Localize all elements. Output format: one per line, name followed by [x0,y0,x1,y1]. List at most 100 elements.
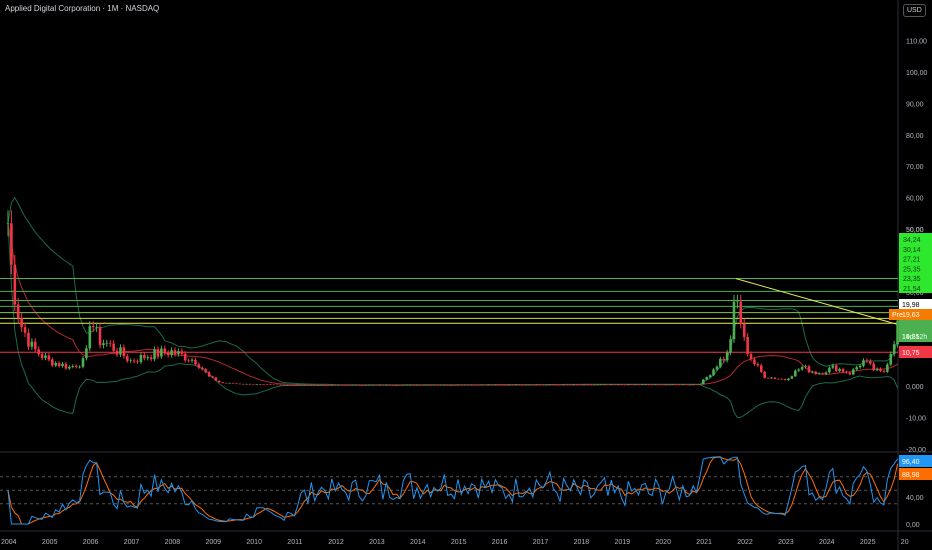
candle-body [224,382,228,384]
candle-body [896,320,899,345]
candle-body [776,378,780,380]
candle-body [592,384,596,386]
candle-body [402,384,405,386]
currency-button[interactable]: USD [903,4,926,17]
candle-body [596,384,599,386]
candle-body [773,377,777,379]
candle-body [354,384,357,386]
candle-body [37,349,40,355]
price-tick: 80,00 [906,133,924,140]
candle-body [688,384,691,386]
candle-body [831,365,835,368]
candle-body [85,348,88,359]
candle-body [115,350,119,355]
candle-body [439,384,443,386]
candle-body [279,384,282,386]
candle-body [528,384,531,386]
candle-body [6,223,10,224]
candle-body [848,372,852,375]
candle-body [691,384,695,386]
candle-body [872,363,876,370]
time-tick: 2004 [1,539,17,546]
candle-body [340,384,344,386]
candle-body [579,384,582,386]
time-tick: 2022 [737,539,753,546]
candle-body [504,384,507,386]
candle-body [633,384,637,386]
candle-body [88,326,92,349]
time-tick: 2005 [42,539,58,546]
candle-body [177,351,180,354]
candle-body [739,301,743,324]
candle-body [136,361,139,363]
time-tick: 2018 [574,539,590,546]
candle-body [10,223,13,265]
time-tick: 2017 [533,539,549,546]
candle-body [238,383,242,385]
symbol-title[interactable]: Applied Digital Corporation · 1M · NASDA… [5,4,159,13]
candle-body [143,355,146,359]
chart-canvas[interactable]: 110,00 100,00 90,00 80,00 70,00 60,00 50,00 40,… [0,0,932,550]
level-label: 23,35 [903,276,921,283]
candle-body [749,353,753,360]
time-tick: 2008 [165,539,181,546]
candle-body [81,358,85,367]
candle-body [347,384,351,386]
candle-body [804,366,807,368]
candle-body [664,384,668,386]
candle-body [54,362,58,366]
time-tick: 2025 [860,539,876,546]
chart-container[interactable]: 110,00 100,00 90,00 80,00 70,00 60,00 50,00 40,… [0,0,932,550]
candle-body [845,371,848,373]
candle-body [507,384,511,386]
candle-body [555,384,559,386]
time-tick: 2010 [246,539,262,546]
candle-body [865,360,869,362]
candle-body [477,384,480,386]
candle-body [565,384,569,386]
candle-body [231,382,235,384]
candle-body [432,384,436,386]
candle-body [207,372,211,377]
candle-body [422,384,426,386]
candle-body [674,384,678,385]
candle-body [807,366,811,373]
candle-body [483,384,487,386]
level-label: 30,14 [903,247,921,254]
candle-body [129,360,132,362]
support-level-label: 10,75 [902,350,920,357]
candle-body [603,384,606,385]
candle-body [460,384,463,386]
candle-body [388,384,392,386]
candle-body [892,344,896,355]
candle-body [623,384,627,386]
candle-body [480,384,484,386]
price-tick: 50,00 [906,227,924,234]
candle-body [640,384,644,385]
candle-body [33,341,37,350]
candle-body [146,357,150,359]
candle-body [330,384,334,386]
candle-body [183,353,187,361]
candle-body [190,359,194,361]
candle-body [517,384,521,386]
time-tick: 2021 [696,539,712,546]
candle-body [446,384,449,386]
candle-body [671,384,674,385]
candle-body [609,384,613,385]
candle-body [616,384,620,385]
candle-body [57,362,61,367]
candle-body [44,355,47,358]
candle-body [558,384,562,386]
candle-body [548,384,552,386]
time-tick: 2024 [819,539,835,546]
candle-body [487,384,490,386]
candle-body [599,384,603,386]
candle-body [620,384,623,385]
candle-body [71,365,75,367]
candle-body [245,383,248,385]
candle-body [545,384,548,386]
time-tick: 2019 [615,539,631,546]
candle-body [248,383,252,385]
candle-body [715,366,719,370]
